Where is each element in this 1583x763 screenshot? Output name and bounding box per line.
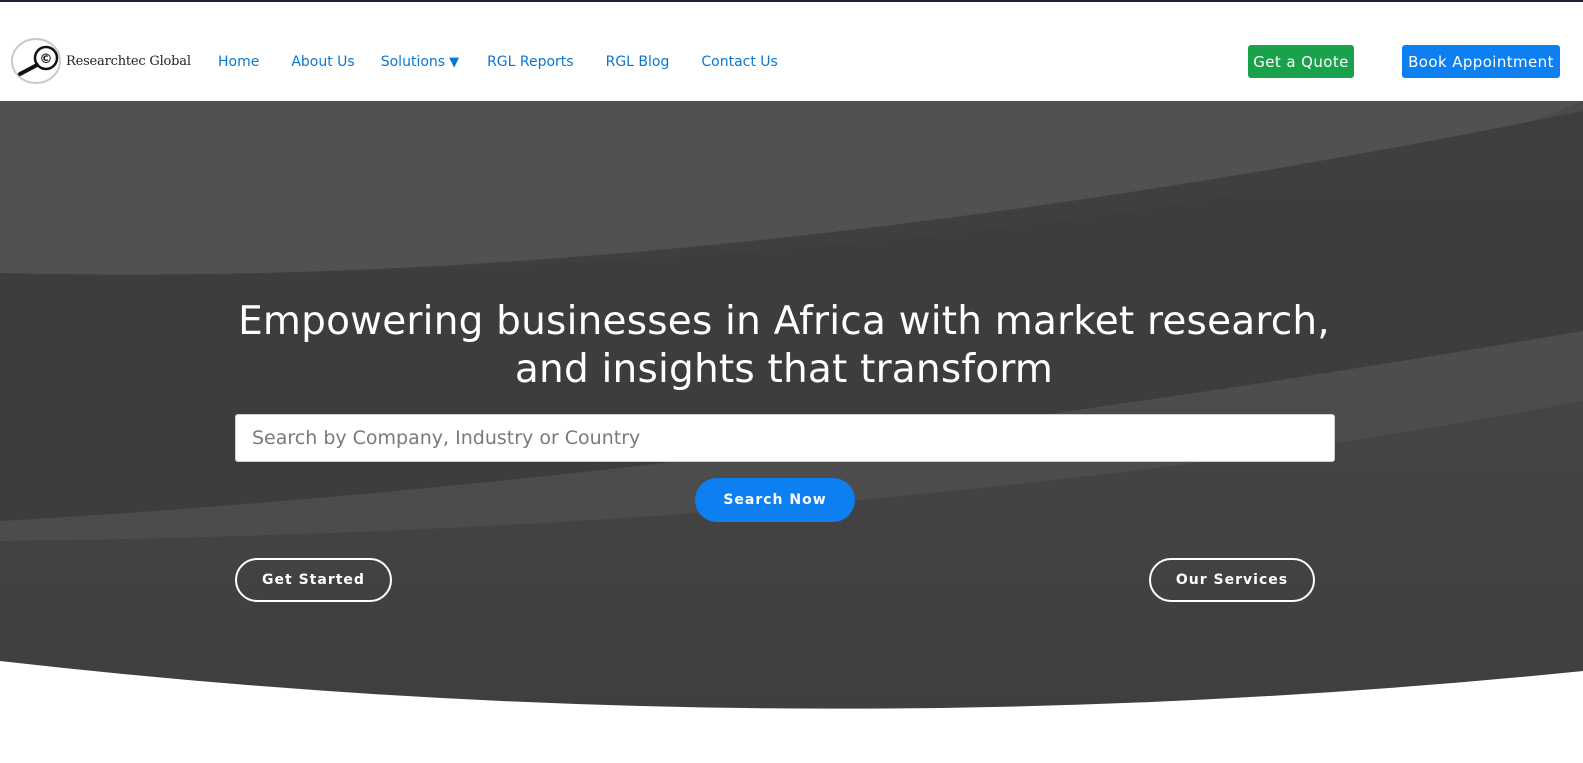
nav-solutions-label: Solutions	[380, 54, 446, 70]
nav-rgl-blog[interactable]: RGL Blog	[606, 54, 670, 70]
hero-headline: Empowering businesses in Africa with mar…	[0, 298, 1568, 394]
book-appointment-button[interactable]: Book Appointment	[1402, 45, 1560, 78]
get-started-button[interactable]: Get Started	[235, 558, 392, 602]
hero-section: Empowering businesses in Africa with mar…	[0, 101, 1583, 763]
brand-logo[interactable]: © Researchtec Global	[10, 36, 191, 86]
brand-name: Researchtec Global	[66, 53, 191, 69]
nav-rgl-reports[interactable]: RGL Reports	[487, 54, 574, 70]
hero-headline-line1: Empowering businesses in Africa with mar…	[238, 299, 1330, 344]
nav-home[interactable]: Home	[218, 54, 259, 70]
search-input[interactable]	[235, 414, 1335, 462]
nav-about-us[interactable]: About Us	[291, 54, 354, 70]
svg-text:©: ©	[40, 52, 53, 67]
magnifier-copyright-icon: ©	[11, 38, 61, 84]
caret-down-icon: ▼	[449, 54, 460, 70]
nav-contact-us[interactable]: Contact Us	[701, 54, 777, 70]
get-a-quote-button[interactable]: Get a Quote	[1248, 45, 1354, 78]
our-services-button[interactable]: Our Services	[1149, 558, 1315, 602]
hero-headline-line2: and insights that transform	[514, 347, 1054, 392]
main-nav: Home About Us Solutions ▼ RGL Reports RG…	[218, 54, 778, 70]
search-now-button[interactable]: Search Now	[695, 478, 855, 522]
site-header: © Researchtec Global Home About Us Solut…	[0, 2, 1583, 101]
nav-solutions[interactable]: Solutions ▼	[381, 54, 459, 70]
